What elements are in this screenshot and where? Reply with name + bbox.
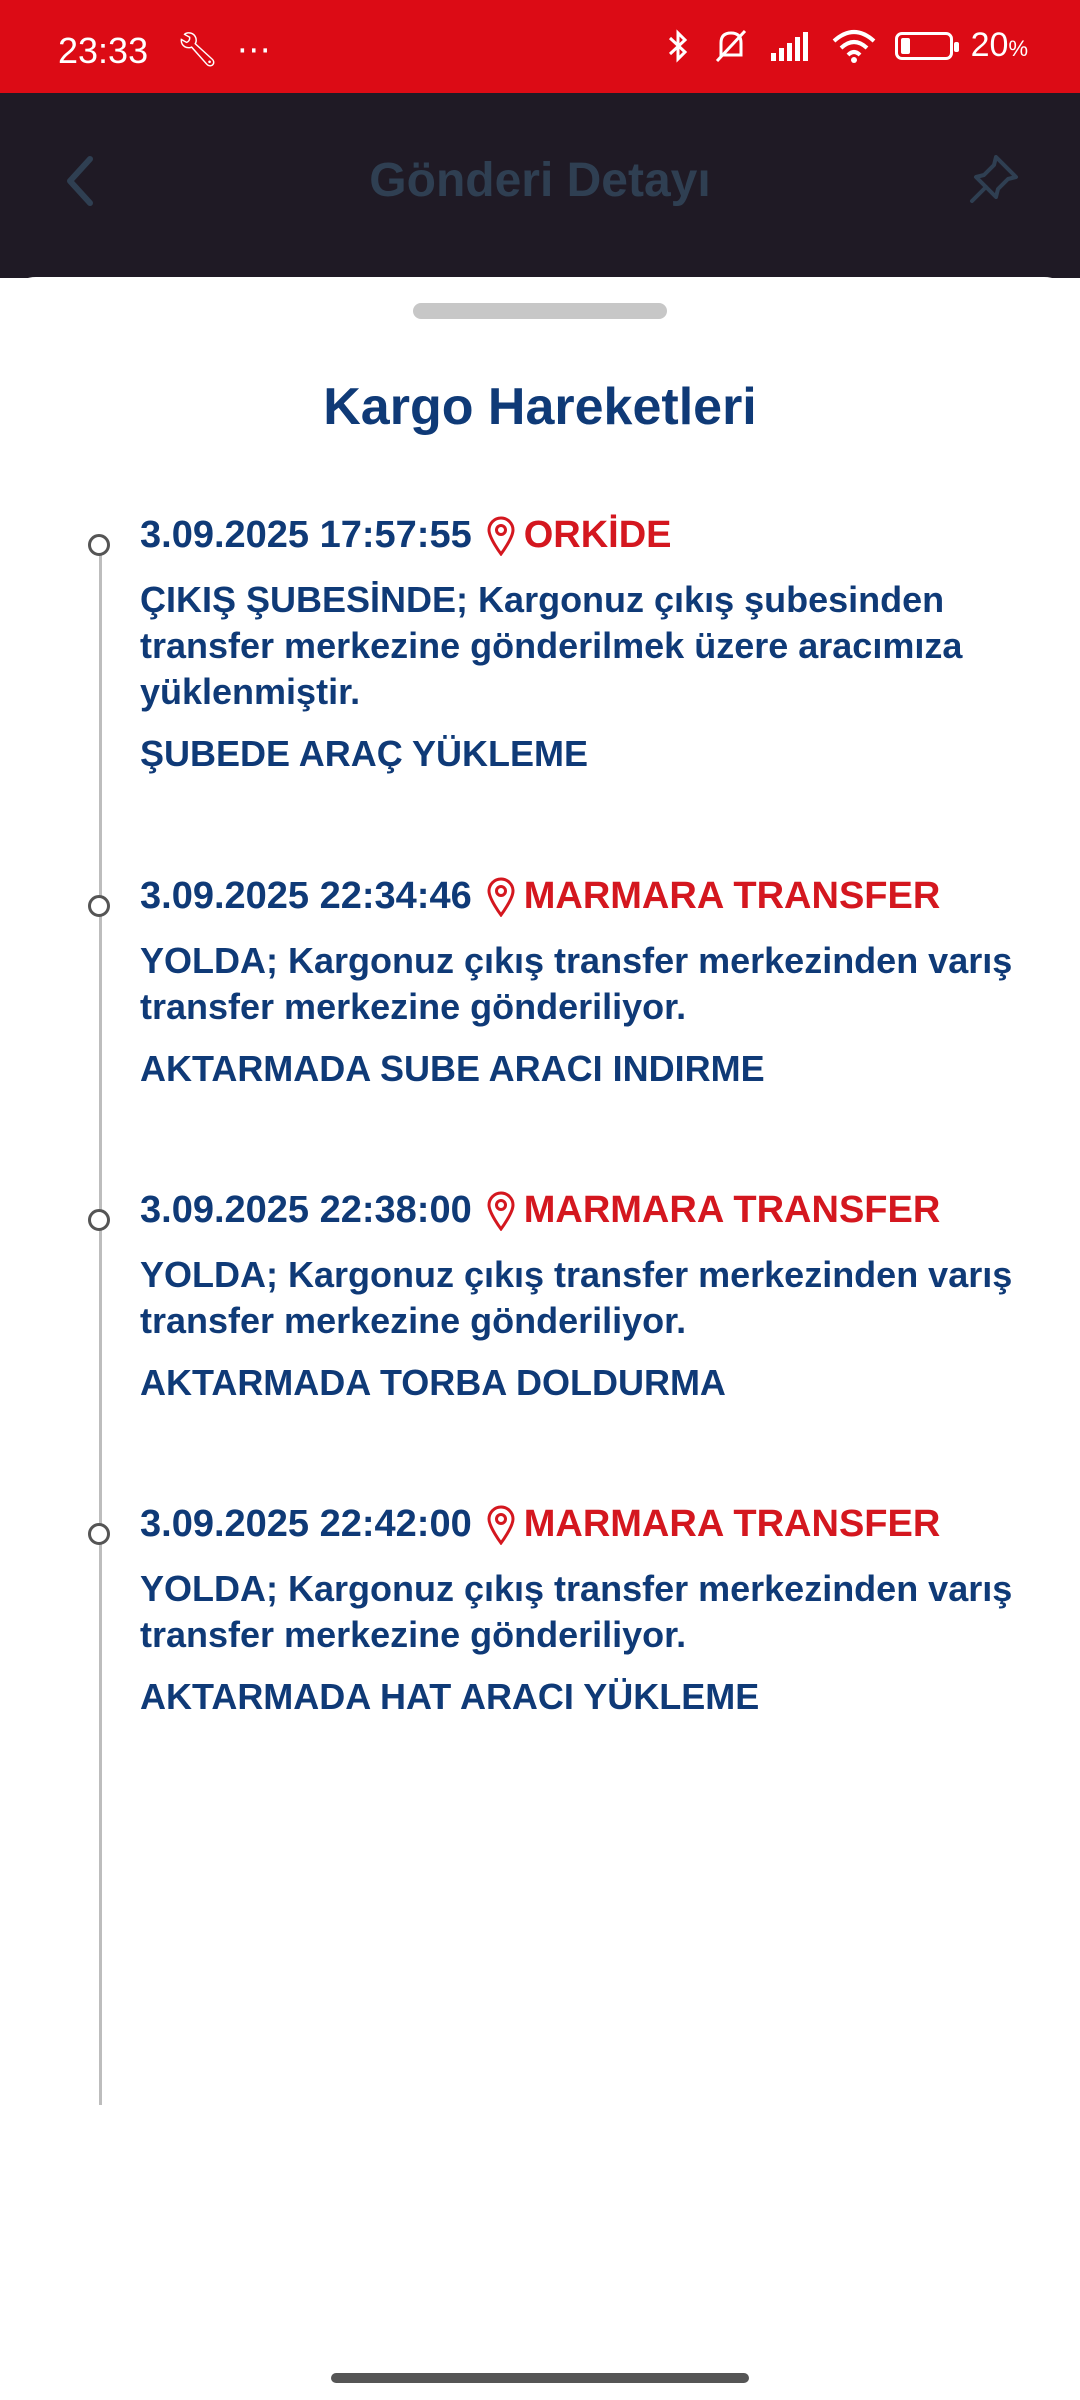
event-datetime: 3.09.2025 22:38:00 bbox=[140, 1189, 472, 1231]
event-location: ORKİDE bbox=[523, 514, 672, 556]
event-description: YOLDA; Kargonuz çıkış transfer merkezind… bbox=[140, 1568, 1013, 1655]
event-location: MARMARA TRANSFER bbox=[523, 875, 941, 917]
location-pin-icon bbox=[487, 1505, 515, 1545]
event-status: AKTARMADA HAT ARACI YÜKLEME bbox=[140, 1676, 760, 1717]
event-description: YOLDA; Kargonuz çıkış transfer merkezind… bbox=[140, 940, 1013, 1027]
location-pin-icon bbox=[487, 516, 515, 556]
status-time: 23:33 bbox=[58, 30, 149, 71]
sheet-drag-handle[interactable] bbox=[413, 303, 667, 319]
timeline-dot bbox=[88, 895, 110, 917]
event-datetime: 3.09.2025 17:57:55 bbox=[140, 514, 472, 556]
battery-level-fill bbox=[900, 37, 910, 54]
event-location: MARMARA TRANSFER bbox=[523, 1503, 941, 1545]
gesture-nav-bar[interactable] bbox=[331, 2373, 749, 2383]
location-pin-icon bbox=[487, 1191, 515, 1231]
event-description: ÇIKIŞ ŞUBESİNDE; Kargonuz çıkış şubesind… bbox=[140, 579, 963, 712]
battery-percent: 20% bbox=[970, 26, 1028, 64]
timeline-dot bbox=[88, 1209, 110, 1231]
timeline-dot bbox=[88, 534, 110, 556]
event-location: MARMARA TRANSFER bbox=[523, 1189, 941, 1231]
app-header: Gönderi Detayı bbox=[0, 93, 1080, 278]
timeline-event: 3.09.2025 22:42:00 MARMARA TRANSFER YOLD… bbox=[88, 1503, 1060, 1718]
wifi-icon bbox=[832, 29, 875, 63]
page-title: Gönderi Detayı bbox=[369, 154, 711, 207]
location-pin-icon bbox=[487, 877, 515, 917]
mute-icon bbox=[715, 29, 746, 62]
timeline-event: 3.09.2025 22:38:00 MARMARA TRANSFER YOLD… bbox=[88, 1189, 1060, 1404]
event-status: AKTARMADA SUBE ARACI INDIRME bbox=[140, 1048, 765, 1089]
sheet-title: Kargo Hareketleri bbox=[323, 378, 757, 436]
more-icon: ⋯ bbox=[236, 31, 275, 69]
timeline-event: 3.09.2025 22:34:46 MARMARA TRANSFER YOLD… bbox=[88, 875, 1060, 1090]
wrench-icon: 🔧︎ bbox=[176, 31, 224, 69]
pin-icon[interactable] bbox=[966, 151, 1022, 207]
timeline-event: 3.09.2025 17:57:55 ORKİDE ÇIKIŞ ŞUBESİND… bbox=[88, 514, 1060, 775]
event-description: YOLDA; Kargonuz çıkış transfer merkezind… bbox=[140, 1254, 1013, 1341]
cargo-movements-sheet: Kargo Hareketleri 3.09.2025 17:57:55 ORK… bbox=[0, 277, 1080, 2400]
timeline-dot bbox=[88, 1523, 110, 1545]
event-status: ŞUBEDE ARAÇ YÜKLEME bbox=[140, 733, 589, 774]
timeline-line bbox=[99, 537, 102, 2105]
status-bar: 23:33 🔧︎ ⋯ 20% bbox=[0, 0, 1080, 93]
signal-icon bbox=[770, 31, 808, 61]
event-datetime: 3.09.2025 22:42:00 bbox=[140, 1503, 472, 1545]
event-status: AKTARMADA TORBA DOLDURMA bbox=[140, 1362, 726, 1403]
bluetooth-icon bbox=[668, 28, 687, 63]
battery-icon bbox=[894, 31, 959, 60]
event-datetime: 3.09.2025 22:34:46 bbox=[140, 875, 472, 917]
